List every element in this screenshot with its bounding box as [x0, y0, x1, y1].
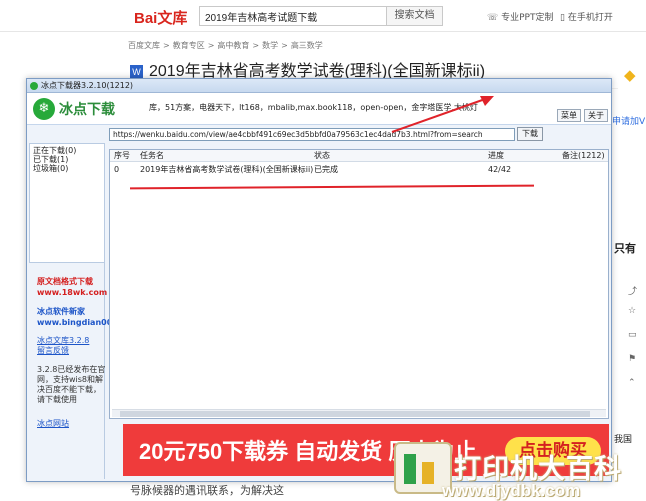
phone-icon: ▯: [560, 13, 568, 23]
open-on-phone-link[interactable]: ▯ 在手机打开: [560, 10, 613, 23]
row-progress: 42/42: [488, 165, 512, 174]
release-note-line: 决百度不能下载，: [37, 385, 101, 394]
breadcrumb-item[interactable]: 数学: [262, 41, 278, 50]
logo-text: Bai文库: [134, 10, 188, 27]
tree-item-trash[interactable]: 垃圾箱(0): [33, 164, 101, 173]
body-text-fragment: 我国: [614, 435, 633, 445]
downloader-window: 冰点下载器3.2.10(1212) ❄ 冰点下载 库，51方案，电器天下，lt1…: [26, 78, 612, 482]
chat-icon: ☏: [487, 13, 502, 23]
left-panel: 正在下载(0) 已下载(1) 垃圾箱(0) 原文档格式下载 www.18wk.c…: [29, 143, 131, 479]
table-row[interactable]: 0 2019年吉林省高考数学试卷(理科)(全国新课标ii) 已完成 42/42: [110, 164, 608, 175]
app-header: ❄ 冰点下载 库，51方案，电器天下，lt168，mbalib,max.book…: [27, 93, 611, 125]
menu-button[interactable]: 菜单: [557, 109, 581, 122]
window-title: 冰点下载器3.2.10(1212): [41, 81, 134, 90]
row-index: 0: [114, 165, 120, 174]
report-icon[interactable]: ⚑: [628, 354, 636, 364]
table-header: 序号 任务名 状态 进度 备注(1212): [110, 150, 608, 162]
snowflake-logo-icon: ❄: [33, 98, 55, 120]
release-note-line: 网，支持wis8和解: [37, 375, 104, 384]
version-link[interactable]: 冰点文库3.2.8: [37, 336, 89, 346]
row-task-name: 2019年吉林省高考数学试卷(理科)(全国新课标ii): [140, 165, 314, 174]
release-note-line: 请下载使用: [37, 395, 77, 404]
category-tree: 正在下载(0) 已下载(1) 垃圾箱(0): [29, 143, 105, 263]
browser-topbar: Bai文库 搜索文档 ☏ 专业PPT定制 ▯ 在手机打开: [0, 0, 646, 32]
baidu-wenku-logo[interactable]: Bai文库: [134, 7, 187, 28]
website-link[interactable]: 冰点网站: [37, 419, 69, 429]
breadcrumb-item[interactable]: 高三数学: [291, 41, 323, 50]
breadcrumb-separator: >: [281, 41, 288, 50]
search-input[interactable]: [199, 6, 387, 26]
search-button[interactable]: 搜索文档: [387, 6, 443, 26]
column-index[interactable]: 序号: [114, 150, 130, 162]
promo-link[interactable]: 冰点软件新家: [37, 307, 85, 317]
body-text-fragment: 号脉候器的遇讯联系，为解决这: [130, 484, 284, 497]
download-button[interactable]: 下载: [517, 127, 543, 141]
vip-diamond-icon[interactable]: ◆: [624, 66, 640, 84]
window-titlebar[interactable]: 冰点下载器3.2.10(1212): [27, 79, 611, 93]
task-table: 序号 任务名 状态 进度 备注(1212) 0 2019年吉林省高考数学试卷(理…: [109, 149, 609, 419]
breadcrumb-separator: >: [207, 41, 215, 50]
column-status[interactable]: 状态: [314, 150, 330, 162]
column-progress[interactable]: 进度: [488, 150, 504, 162]
tree-item-downloading[interactable]: 正在下载(0): [33, 146, 101, 155]
tree-item-downloaded[interactable]: 已下载(1): [33, 155, 101, 164]
breadcrumb: 百度文库 > 教育专区 > 高中教育 > 数学 > 高三数学: [128, 40, 326, 51]
app-icon: [30, 82, 38, 90]
apply-vip-link[interactable]: 申请加V: [612, 114, 645, 127]
open-on-phone-label: 在手机打开: [567, 13, 613, 23]
promo-link[interactable]: www.18wk.com: [37, 288, 107, 298]
promo-link[interactable]: 原文档格式下载: [37, 277, 93, 287]
feedback-link[interactable]: 留言反馈: [37, 346, 69, 356]
share-icon[interactable]: ⤴: [628, 284, 637, 297]
breadcrumb-item[interactable]: 高中教育: [217, 41, 249, 50]
breadcrumb-separator: >: [252, 41, 260, 50]
red-arrow-annotation: [391, 96, 494, 133]
breadcrumb-item[interactable]: 教育专区: [173, 41, 205, 50]
comment-icon[interactable]: ▭: [628, 330, 637, 340]
breadcrumb-item[interactable]: 百度文库: [128, 41, 160, 50]
watermark-url: www.djydbk.com: [442, 481, 581, 500]
release-note-line: 3.2.8已经发布在官: [37, 365, 106, 374]
body-text-fragment: 只有: [614, 242, 636, 255]
scrollbar-thumb[interactable]: [120, 411, 590, 417]
star-icon[interactable]: ☆: [628, 306, 636, 316]
brand-name: 冰点下载: [59, 101, 115, 117]
column-task[interactable]: 任务名: [140, 150, 164, 162]
row-status: 已完成: [314, 165, 338, 174]
column-note[interactable]: 备注(1212): [562, 150, 605, 162]
horizontal-scrollbar[interactable]: [112, 409, 606, 417]
brand: ❄ 冰点下载: [33, 98, 115, 120]
breadcrumb-separator: >: [163, 41, 170, 50]
about-button[interactable]: 关于: [584, 109, 608, 122]
back-to-top-icon[interactable]: ⌃: [628, 378, 636, 388]
ppt-custom-label: 专业PPT定制: [501, 13, 554, 23]
ppt-custom-link[interactable]: ☏ 专业PPT定制: [487, 10, 553, 23]
